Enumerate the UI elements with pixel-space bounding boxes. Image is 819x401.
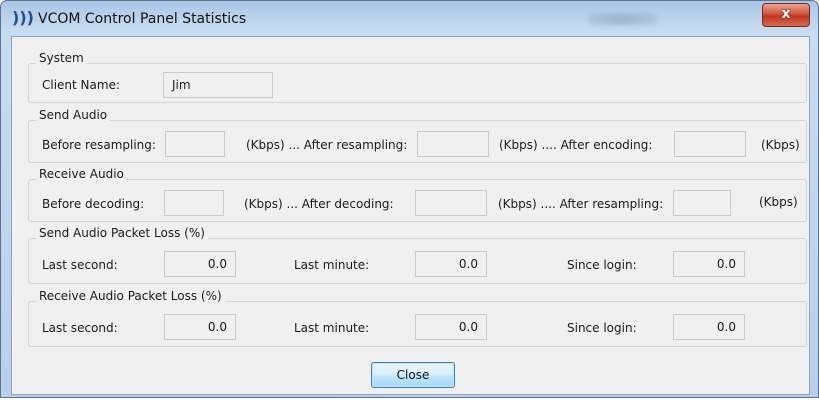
send-after-resampling-field[interactable] <box>417 131 489 157</box>
receive-last-second-label: Last second: <box>42 321 118 335</box>
send-since-login-field[interactable]: 0.0 <box>673 251 745 277</box>
close-button[interactable]: Close <box>371 362 455 388</box>
receive-before-decoding-label: Before decoding: <box>42 197 145 211</box>
receive-after-decoding-field[interactable] <box>415 190 487 216</box>
receive-before-decoding-field[interactable] <box>164 190 224 216</box>
system-group: System Client Name: Jim <box>28 51 807 103</box>
dialog-content: System Client Name: Jim Send Audio Befor… <box>11 36 810 395</box>
window-title: VCOM Control Panel Statistics <box>38 11 247 27</box>
receive-last-second-field[interactable]: 0.0 <box>164 314 236 340</box>
send-before-resampling-field[interactable] <box>165 131 225 157</box>
receive-audio-group-title: Receive Audio <box>36 167 127 181</box>
send-last-second-field[interactable]: 0.0 <box>164 251 236 277</box>
send-after-encoding-field[interactable] <box>674 131 746 157</box>
send-after-encoding-label: (Kbps) .... After encoding: <box>499 138 653 152</box>
receive-since-login-field[interactable]: 0.0 <box>673 314 745 340</box>
receive-packet-loss-group-title: Receive Audio Packet Loss (%) <box>36 289 225 303</box>
send-audio-group-title: Send Audio <box>36 108 111 122</box>
send-packet-loss-group-title: Send Audio Packet Loss (%) <box>36 226 208 240</box>
send-last-minute-field[interactable]: 0.0 <box>415 251 487 277</box>
vcom-speaker-icon: ))) <box>12 8 34 27</box>
receive-last-minute-label: Last minute: <box>294 321 370 335</box>
system-group-frame <box>28 63 807 103</box>
send-last-minute-label: Last minute: <box>294 258 370 272</box>
client-name-field[interactable]: Jim <box>163 72 273 98</box>
receive-after-resampling-field[interactable] <box>673 190 731 216</box>
receive-resampling-kbps-label: (Kbps) <box>759 195 798 209</box>
send-packet-loss-group: Send Audio Packet Loss (%) Last second: … <box>28 226 807 284</box>
receive-last-minute-field[interactable]: 0.0 <box>415 314 487 340</box>
system-group-title: System <box>36 51 87 65</box>
titlebar-blurred-area <box>588 13 658 25</box>
send-audio-group: Send Audio Before resampling: (Kbps) ...… <box>28 108 807 163</box>
receive-after-resampling-label: (Kbps) .... After resampling: <box>498 197 664 211</box>
dialog-window: ))) VCOM Control Panel Statistics x Syst… <box>0 0 819 398</box>
client-name-label: Client Name: <box>42 78 120 92</box>
send-encoding-kbps-label: (Kbps) <box>761 138 800 152</box>
title-bar[interactable]: ))) VCOM Control Panel Statistics x <box>1 1 818 35</box>
receive-since-login-label: Since login: <box>567 321 637 335</box>
send-after-resampling-label: (Kbps) ... After resampling: <box>246 138 408 152</box>
receive-after-decoding-label: (Kbps) ... After decoding: <box>244 197 394 211</box>
send-before-resampling-label: Before resampling: <box>42 138 156 152</box>
receive-audio-group: Receive Audio Before decoding: (Kbps) ..… <box>28 167 807 222</box>
send-since-login-label: Since login: <box>567 258 637 272</box>
send-last-second-label: Last second: <box>42 258 118 272</box>
window-close-button[interactable]: x <box>762 3 810 27</box>
receive-packet-loss-group: Receive Audio Packet Loss (%) Last secon… <box>28 289 807 347</box>
